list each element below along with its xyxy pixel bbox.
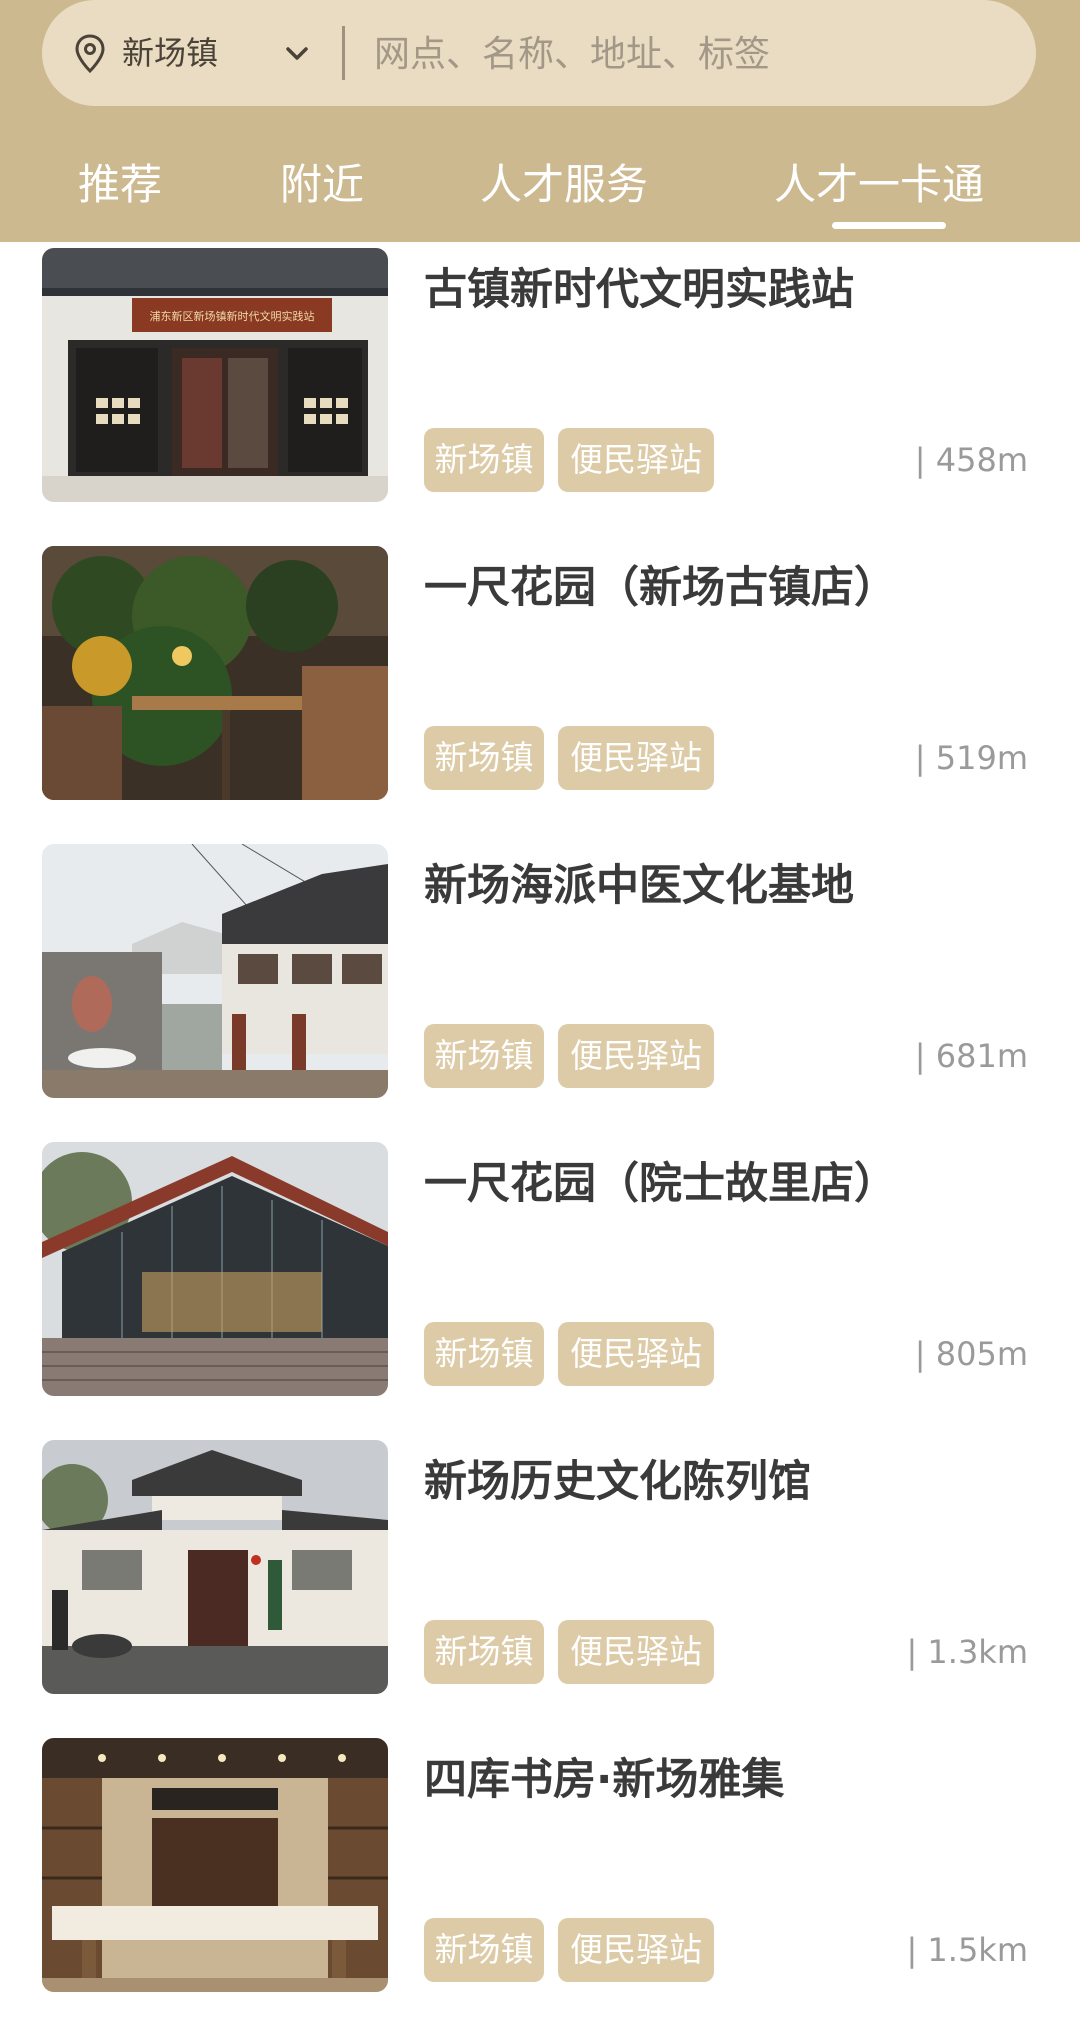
distance-label: | 1.3km: [906, 1633, 1028, 1671]
tag-town: 新场镇: [424, 1620, 544, 1684]
venue-title: 一尺花园（新场古镇店）: [424, 563, 897, 613]
venue-title: 新场海派中医文化基地: [424, 861, 854, 911]
venue-title: 一尺花园（院士故里店）: [424, 1159, 897, 1209]
venue-title: 古镇新时代文明实践站: [424, 265, 854, 315]
distance-label: | 1.5km: [906, 1931, 1028, 1969]
distance-label: | 519m: [914, 739, 1028, 777]
venue-photo: [42, 1142, 388, 1396]
tag-category: 便民驿站: [558, 1620, 714, 1684]
tag-category: 便民驿站: [558, 726, 714, 790]
location-pin-icon: [75, 34, 105, 74]
venue-photo: [42, 546, 388, 800]
venue-title: 新场历史文化陈列馆: [424, 1457, 811, 1507]
list-item[interactable]: 一尺花园（新场古镇店） 新场镇 便民驿站 | 519m: [0, 540, 1080, 838]
tag-category: 便民驿站: [558, 428, 714, 492]
search-input[interactable]: [372, 26, 996, 82]
distance-label: | 681m: [914, 1037, 1028, 1075]
tab-talent-card[interactable]: 人才一卡通: [774, 150, 984, 220]
venue-title: 四库书房·新场雅集: [424, 1755, 785, 1805]
list-item[interactable]: 新场海派中医文化基地 新场镇 便民驿站 | 681m: [0, 838, 1080, 1136]
tcm-base-photo-image: [42, 844, 388, 1098]
glass-pavilion-photo-image: [42, 1142, 388, 1396]
tab-bar: 推荐 附近 人才服务 人才一卡通: [0, 150, 1080, 242]
chevron-down-icon[interactable]: [282, 40, 312, 68]
search-divider: [342, 26, 345, 80]
tag-category: 便民驿站: [558, 1322, 714, 1386]
tab-recommend[interactable]: 推荐: [78, 150, 162, 220]
tag-town: 新场镇: [424, 1322, 544, 1386]
tag-category: 便民驿站: [558, 1918, 714, 1982]
tag-category: 便民驿站: [558, 1024, 714, 1088]
history-museum-photo-image: [42, 1440, 388, 1694]
tag-town: 新场镇: [424, 1024, 544, 1088]
list-item[interactable]: 新场历史文化陈列馆 新场镇 便民驿站 | 1.3km: [0, 1434, 1080, 1732]
venue-photo: 浦东新区新场镇新时代文明实践站: [42, 248, 388, 502]
venue-photo: [42, 1738, 388, 1992]
tag-town: 新场镇: [424, 1918, 544, 1982]
tag-town: 新场镇: [424, 428, 544, 492]
building-photo-image: 浦东新区新场镇新时代文明实践站: [42, 248, 388, 502]
building-sign: 浦东新区新场镇新时代文明实践站: [150, 309, 315, 323]
garden-cafe-photo-image: [42, 546, 388, 800]
venue-photo: [42, 1440, 388, 1694]
active-tab-indicator: [832, 222, 946, 229]
list-item[interactable]: 四库书房·新场雅集 新场镇 便民驿站 | 1.5km: [0, 1732, 1080, 2030]
list-item[interactable]: 一尺花园（院士故里店） 新场镇 便民驿站 | 805m: [0, 1136, 1080, 1434]
location-selector[interactable]: 新场镇: [122, 26, 218, 80]
tab-nearby[interactable]: 附近: [280, 150, 364, 220]
distance-label: | 458m: [914, 441, 1028, 479]
tab-talent-service[interactable]: 人才服务: [480, 150, 648, 220]
distance-label: | 805m: [914, 1335, 1028, 1373]
search-bar: 新场镇: [42, 0, 1036, 106]
venue-photo: [42, 844, 388, 1098]
tag-town: 新场镇: [424, 726, 544, 790]
list-item[interactable]: 浦东新区新场镇新时代文明实践站 古镇新时代文明实践站 新场镇 便民驿站 | 45…: [0, 242, 1080, 540]
top-header: 新场镇 推荐 附近 人才服务 人才一卡通: [0, 0, 1080, 242]
bookroom-photo-image: [42, 1738, 388, 1992]
